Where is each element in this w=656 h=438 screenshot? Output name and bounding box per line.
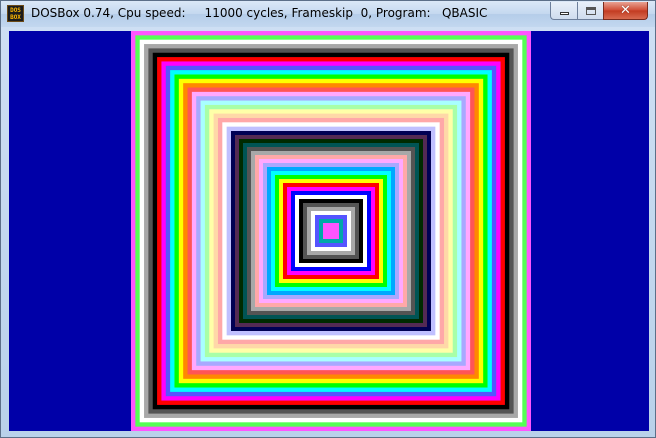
maximize-button[interactable]: [577, 2, 603, 20]
close-button[interactable]: ✕: [603, 2, 648, 20]
maximize-icon: [585, 6, 596, 15]
icon-text-bottom: BOX: [10, 14, 21, 21]
icon-text-top: DOS: [10, 7, 21, 14]
close-icon: ✕: [620, 3, 631, 18]
minimize-icon: [559, 12, 569, 15]
dosbox-window: DOS BOX DOSBox 0.74, Cpu speed: 11000 cy…: [0, 0, 656, 438]
dos-screen[interactable]: [9, 31, 649, 431]
square-band: [323, 223, 339, 239]
concentric-squares-graphic: [131, 31, 531, 431]
minimize-button[interactable]: [550, 2, 577, 20]
window-title: DOSBox 0.74, Cpu speed: 11000 cycles, Fr…: [31, 6, 488, 20]
graphic-canvas: [131, 31, 531, 431]
title-bar[interactable]: DOS BOX DOSBox 0.74, Cpu speed: 11000 cy…: [1, 1, 655, 27]
dosbox-app-icon[interactable]: DOS BOX: [7, 5, 24, 22]
